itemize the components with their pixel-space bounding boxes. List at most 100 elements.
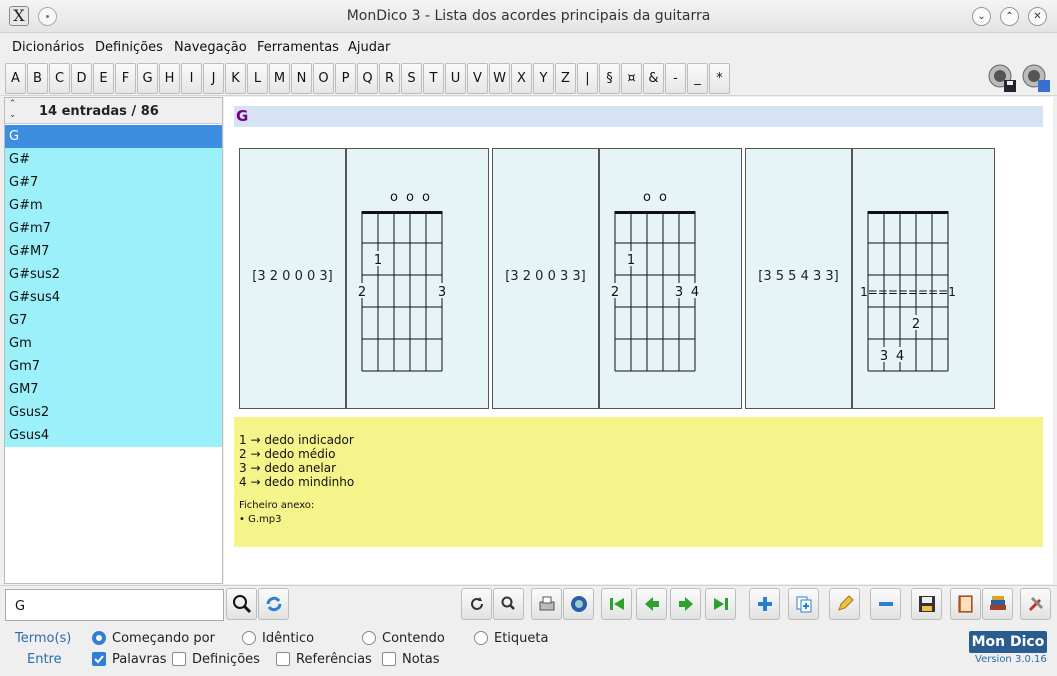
letter-button-9[interactable]: J <box>203 63 224 94</box>
open-string-mark: o <box>390 190 398 205</box>
list-item[interactable]: G#sus4 <box>5 286 222 309</box>
match-tag-radio[interactable] <box>474 631 488 645</box>
letter-button-16[interactable]: Q <box>357 63 378 94</box>
letter-button-2[interactable]: C <box>49 63 70 94</box>
letter-button-28[interactable]: ¤ <box>621 63 642 94</box>
field-notes-checkbox[interactable] <box>382 652 396 666</box>
zoom-icon[interactable] <box>493 588 524 620</box>
match-starting-radio[interactable] <box>92 631 106 645</box>
letter-button-6[interactable]: G <box>137 63 158 94</box>
print-icon[interactable] <box>531 588 562 620</box>
field-words-label: Palavras <box>112 652 167 667</box>
letter-button-26[interactable]: | <box>577 63 598 94</box>
letter-button-30[interactable]: - <box>665 63 686 94</box>
letter-button-17[interactable]: R <box>379 63 400 94</box>
letter-button-13[interactable]: N <box>291 63 312 94</box>
delete-entry-icon[interactable] <box>870 588 901 620</box>
books-icon[interactable] <box>982 588 1013 620</box>
minimize-button[interactable]: ⌄ <box>972 7 991 26</box>
sort-spinner[interactable]: ⌃ ⌄ <box>6 99 19 123</box>
list-item[interactable]: Gsus4 <box>5 424 222 447</box>
chord-diagram: o o o213 <box>356 190 448 372</box>
first-entry-icon[interactable] <box>601 588 632 620</box>
chord-code-cell: [3 5 5 4 3 3] <box>745 148 852 409</box>
menu-definicoes[interactable]: Definições <box>95 40 163 55</box>
letter-button-3[interactable]: D <box>71 63 92 94</box>
list-item[interactable]: G#m7 <box>5 217 222 240</box>
web-icon[interactable] <box>563 588 594 620</box>
letter-button-27[interactable]: § <box>599 63 620 94</box>
match-containing-radio[interactable] <box>362 631 376 645</box>
list-item[interactable]: Gsus2 <box>5 401 222 424</box>
refresh-button[interactable] <box>258 588 289 620</box>
chord-code: [3 5 5 4 3 3] <box>758 269 839 284</box>
letter-button-0[interactable]: A <box>5 63 26 94</box>
edit-entry-icon[interactable] <box>829 588 860 620</box>
chord-code-cell: [3 2 0 0 0 3] <box>239 148 346 409</box>
search-button[interactable] <box>226 588 257 620</box>
letter-button-10[interactable]: K <box>225 63 246 94</box>
attachment-file[interactable]: • G.mp3 <box>239 513 1038 527</box>
speaker-play-icon[interactable] <box>1020 62 1052 94</box>
letter-button-21[interactable]: V <box>467 63 488 94</box>
list-item[interactable]: G <box>5 125 222 148</box>
search-input[interactable]: G <box>5 589 224 621</box>
letter-button-4[interactable]: E <box>93 63 114 94</box>
last-entry-icon[interactable] <box>705 588 736 620</box>
list-item[interactable]: G#7 <box>5 171 222 194</box>
letter-button-24[interactable]: Y <box>533 63 554 94</box>
letter-button-31[interactable]: _ <box>687 63 708 94</box>
add-entry-icon[interactable] <box>749 588 780 620</box>
tools-icon[interactable] <box>1020 588 1051 620</box>
list-item[interactable]: G7 <box>5 309 222 332</box>
close-button[interactable]: ✕ <box>1028 7 1047 26</box>
legend-line: 2 → dedo médio <box>239 447 336 461</box>
menu-dicionarios[interactable]: Dicionários <box>12 40 84 55</box>
save-icon[interactable] <box>911 588 942 620</box>
letter-button-12[interactable]: M <box>269 63 290 94</box>
letter-button-5[interactable]: F <box>115 63 136 94</box>
letter-button-8[interactable]: I <box>181 63 202 94</box>
list-item[interactable]: G# <box>5 148 222 171</box>
list-item[interactable]: G#m <box>5 194 222 217</box>
letter-button-15[interactable]: P <box>335 63 356 94</box>
letter-button-23[interactable]: X <box>511 63 532 94</box>
letter-button-14[interactable]: O <box>313 63 334 94</box>
list-item[interactable]: Gm <box>5 332 222 355</box>
match-identical-radio[interactable] <box>242 631 256 645</box>
next-entry-icon[interactable] <box>670 588 701 620</box>
letter-button-18[interactable]: S <box>401 63 422 94</box>
attachment-label: Ficheiro anexo: <box>239 500 315 511</box>
letter-button-22[interactable]: W <box>489 63 510 94</box>
list-item[interactable]: G#M7 <box>5 240 222 263</box>
open-string-mark: o <box>406 190 414 205</box>
finger-mark: 2 <box>358 285 366 300</box>
dictionary-icon[interactable] <box>950 588 981 620</box>
list-item[interactable]: G#sus2 <box>5 263 222 286</box>
mondico-logo: Mon Dico <box>969 631 1047 653</box>
letter-button-7[interactable]: H <box>159 63 180 94</box>
finger-mark: 3 <box>880 349 888 364</box>
entry-count: 14 entradas / 86 <box>39 104 159 119</box>
list-item[interactable]: Gm7 <box>5 355 222 378</box>
letter-button-25[interactable]: Z <box>555 63 576 94</box>
letter-button-32[interactable]: * <box>709 63 730 94</box>
menu-ferramentas[interactable]: Ferramentas <box>257 40 339 55</box>
letter-button-20[interactable]: U <box>445 63 466 94</box>
reload-icon[interactable] <box>461 588 492 620</box>
letter-button-19[interactable]: T <box>423 63 444 94</box>
menu-ajudar[interactable]: Ajudar <box>348 40 390 55</box>
list-item[interactable]: GM7 <box>5 378 222 401</box>
previous-entry-icon[interactable] <box>636 588 667 620</box>
speaker-save-icon[interactable] <box>986 62 1018 94</box>
field-definitions-checkbox[interactable] <box>172 652 186 666</box>
menu-navegacao[interactable]: Navegação <box>174 40 247 55</box>
letter-button-1[interactable]: B <box>27 63 48 94</box>
duplicate-entry-icon[interactable] <box>788 588 819 620</box>
letter-button-29[interactable]: & <box>643 63 664 94</box>
term-label: Termo(s) <box>15 631 72 646</box>
maximize-button[interactable]: ⌃ <box>1000 7 1019 26</box>
field-references-checkbox[interactable] <box>276 652 290 666</box>
field-words-checkbox[interactable] <box>92 652 106 666</box>
letter-button-11[interactable]: L <box>247 63 268 94</box>
